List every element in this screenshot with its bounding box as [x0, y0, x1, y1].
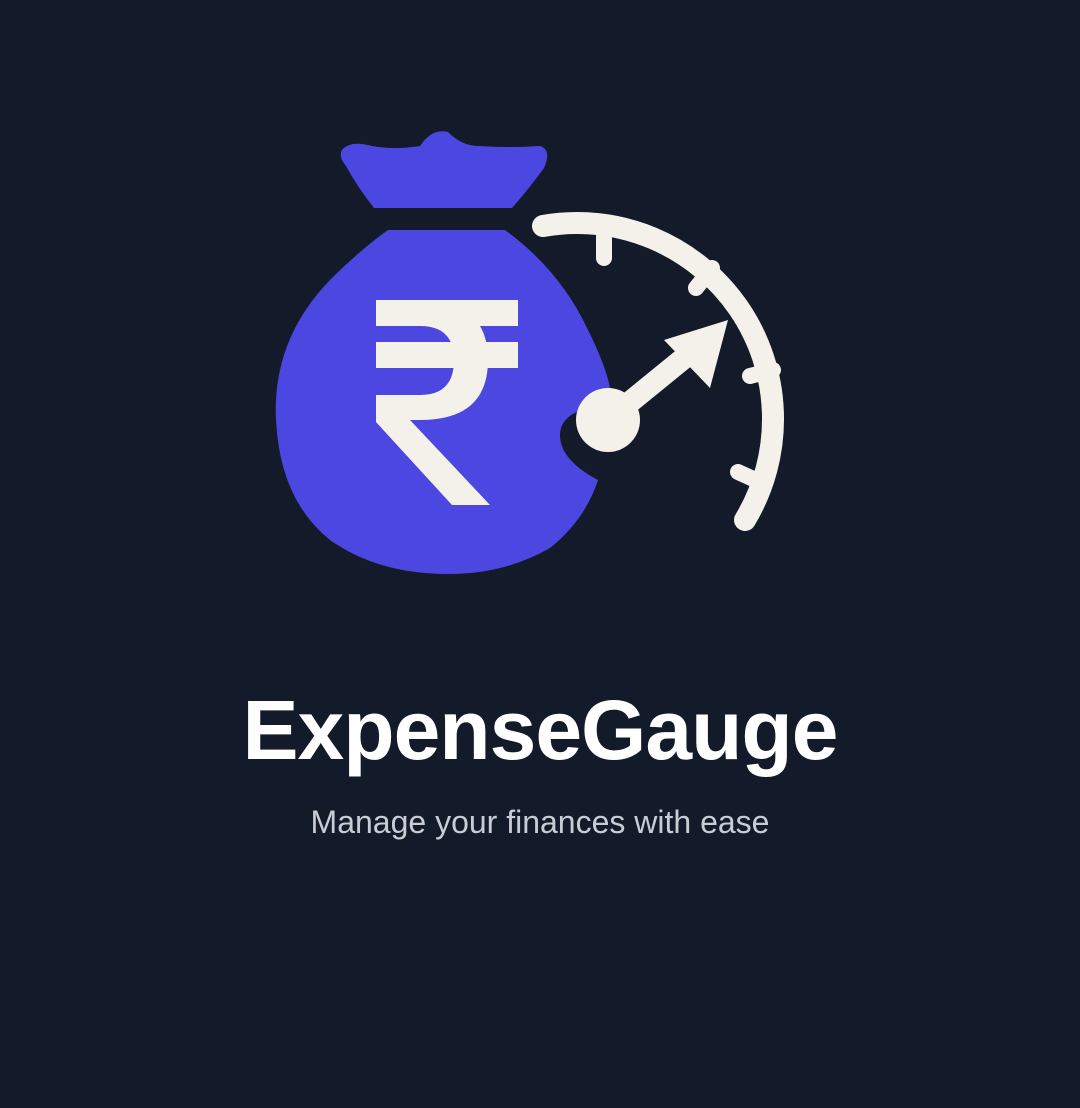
splash-screen: ExpenseGauge Manage your finances with e… — [0, 0, 1080, 1108]
app-logo — [275, 131, 784, 574]
app-title: ExpenseGauge — [242, 683, 839, 777]
app-subtitle: Manage your finances with ease — [310, 804, 770, 840]
